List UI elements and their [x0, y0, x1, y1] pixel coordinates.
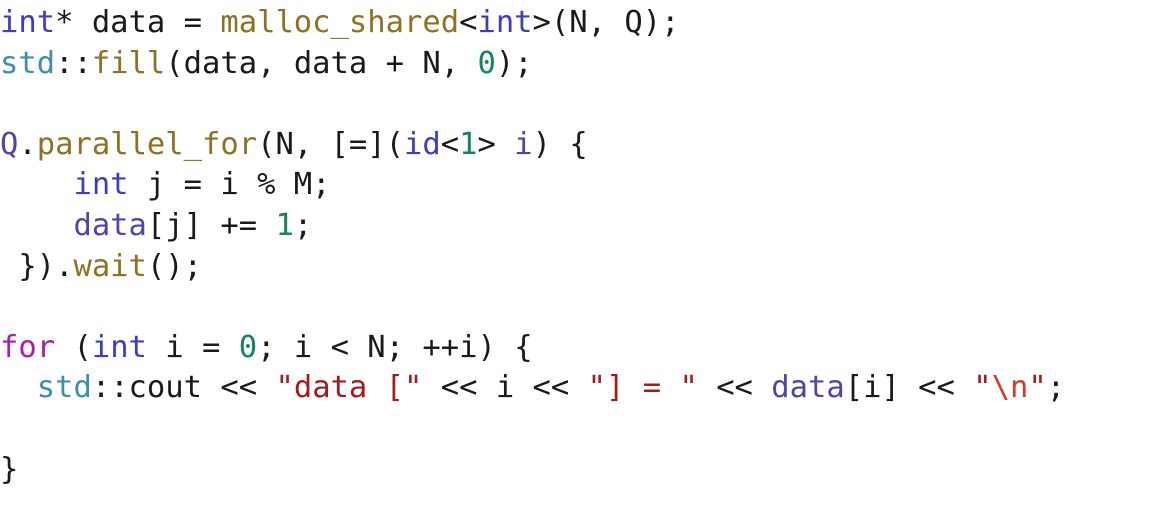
code-line: int* data = malloc_shared<int>(N, Q); [0, 3, 1163, 44]
code-token: id [404, 126, 441, 162]
code-token: data [73, 207, 147, 243]
code-token: ::cout << [91, 370, 276, 406]
code-token: parallel_for [36, 126, 258, 162]
code-token: int [0, 5, 56, 40]
code-token: * data = [55, 5, 221, 40]
code-token: " [1028, 370, 1047, 406]
code-token: ; i < N; ++i) { [257, 329, 533, 365]
code-token: "] = " [587, 370, 698, 406]
code-token: data [771, 370, 845, 406]
code-token: >(N, Q); [532, 5, 680, 40]
code-token: for [0, 329, 56, 365]
code-line: }).wait(); [0, 247, 1163, 288]
code-token: (data, data + N, [165, 45, 478, 81]
code-line: for (int i = 0; i < N; ++i) { [0, 328, 1163, 369]
code-token: int [73, 167, 129, 203]
code-token: 1 [459, 126, 478, 162]
code-token: i = [146, 329, 239, 365]
code-token: int [91, 329, 147, 365]
code-token: [j] += [146, 207, 276, 243]
code-token: ; [1046, 370, 1066, 406]
code-token: ( [55, 329, 92, 365]
code-token: \n [991, 370, 1029, 406]
code-line: std::fill(data, data + N, 0); [0, 44, 1163, 85]
code-token: . [18, 126, 37, 162]
code-token: > [477, 126, 515, 162]
code-line: std::cout << "data [" << i << "] = " << … [0, 368, 1163, 409]
code-token: 1 [275, 207, 294, 243]
code-token: int [477, 5, 533, 40]
code-token: :: [55, 45, 92, 81]
code-token: < [459, 5, 478, 40]
code-token: wait [73, 248, 147, 284]
code-token: Q [0, 126, 19, 162]
code-line: data[j] += 1; [0, 206, 1163, 247]
code-token: std [36, 370, 92, 406]
code-line: } [0, 450, 1163, 491]
code-token: (N, [=]( [257, 126, 405, 162]
code-token: fill [91, 45, 166, 81]
code-token: " [973, 370, 992, 406]
code-token: 0 [477, 45, 496, 81]
code-token: ); [495, 45, 533, 81]
code-token: << i << [422, 370, 588, 406]
code-token: ) { [532, 126, 588, 162]
code-token: i [514, 126, 533, 162]
code-token: [i] << [844, 370, 974, 406]
code-token: } [0, 451, 19, 487]
code-token: ; [293, 207, 313, 243]
code-token: 0 [238, 329, 258, 365]
code-token: std [0, 45, 56, 81]
code-token: j = i % M; [128, 167, 331, 203]
code-line: Q.parallel_for(N, [=](id<1> i) { [0, 125, 1163, 166]
code-token: < [440, 126, 460, 162]
code-token: }). [0, 248, 74, 284]
code-token: malloc_shared [220, 5, 460, 40]
code-token: "data [" [275, 370, 423, 406]
code-line: int j = i % M; [0, 165, 1163, 206]
code-token: (); [146, 248, 202, 284]
code-token: << [697, 370, 772, 406]
code-snippet-block: int* data = malloc_shared<int>(N, Q); std… [0, 0, 1163, 517]
